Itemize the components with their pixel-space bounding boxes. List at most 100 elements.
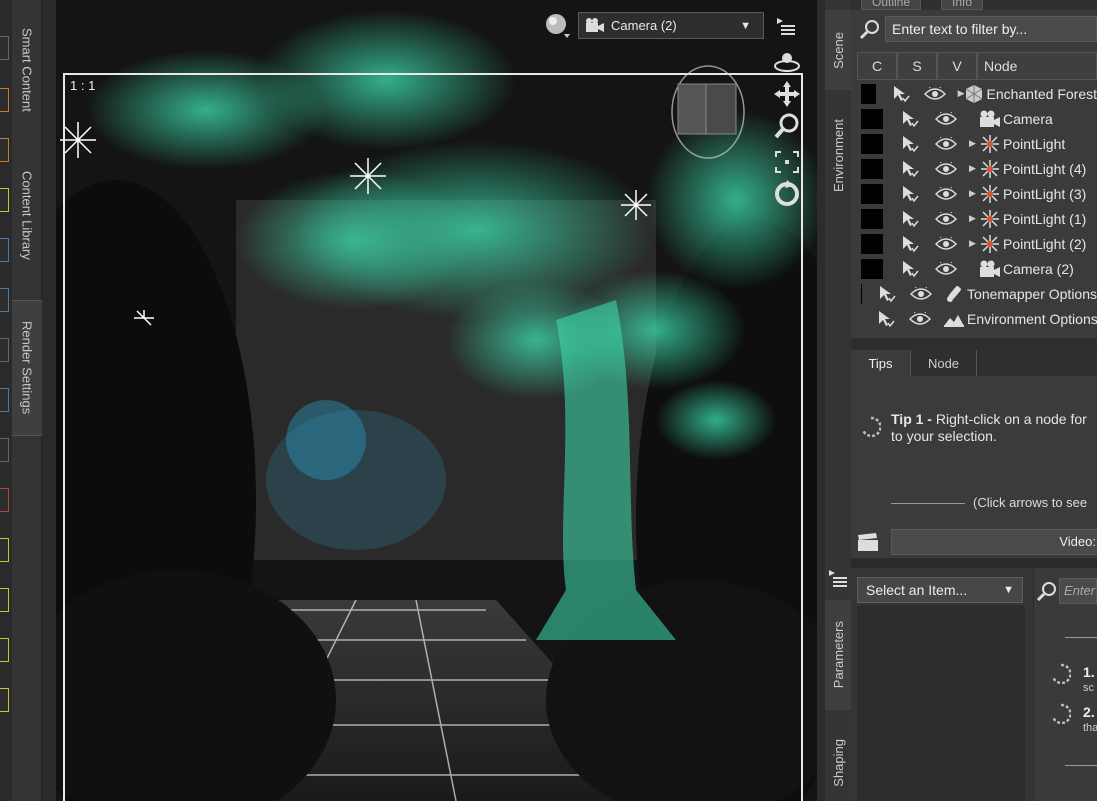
tab-tips[interactable]: Tips <box>851 350 911 376</box>
node-row[interactable]: Camera <box>857 106 1097 131</box>
zoom-icon[interactable] <box>772 112 802 140</box>
camera-select[interactable]: Camera (2) ▼ <box>578 12 764 39</box>
left-splitter[interactable] <box>42 0 56 801</box>
expand-arrow-icon[interactable]: ▶ <box>969 163 979 174</box>
node-color-swatch[interactable] <box>861 83 876 104</box>
draw-style-icon[interactable] <box>544 12 570 38</box>
expand-arrow-icon[interactable]: ▶ <box>969 138 979 149</box>
tab-shaping-label: Shaping <box>830 739 846 787</box>
select-cursor-icon[interactable] <box>899 160 921 178</box>
node-row[interactable]: Camera (2) <box>857 256 1097 281</box>
tab-scene[interactable]: Scene <box>825 10 851 90</box>
frame-icon[interactable] <box>772 148 802 176</box>
node-row[interactable]: ▶ Enchanted Forest <box>857 81 1097 106</box>
eye-icon[interactable] <box>935 186 957 201</box>
select-cursor-icon[interactable] <box>899 185 921 203</box>
left-strip-button[interactable] <box>0 188 9 212</box>
right-splitter[interactable] <box>817 0 825 801</box>
expand-arrow-icon[interactable]: ▶ <box>969 238 979 249</box>
node-color-swatch[interactable] <box>861 133 883 154</box>
eye-icon[interactable] <box>935 261 957 276</box>
select-cursor-icon[interactable] <box>899 135 921 153</box>
node-row[interactable]: ▶ PointLight (2) <box>857 231 1097 256</box>
left-strip-button[interactable] <box>0 338 9 362</box>
left-strip-button[interactable] <box>0 388 9 412</box>
left-strip-button[interactable] <box>0 538 9 562</box>
expand-arrow-icon[interactable]: ▶ <box>969 213 979 224</box>
node-row[interactable]: ▶ PointLight (3) <box>857 181 1097 206</box>
eye-icon[interactable] <box>935 161 957 176</box>
expand-arrow-icon[interactable]: ▶ <box>969 188 979 199</box>
video-button[interactable]: Video: <box>891 529 1097 555</box>
left-strip-button[interactable] <box>0 138 9 162</box>
tab-outline[interactable]: Outline <box>861 0 922 10</box>
search-icon[interactable] <box>855 14 885 44</box>
node-color-swatch[interactable] <box>861 258 883 279</box>
expand-arrow-icon[interactable]: ▶ <box>958 88 965 99</box>
node-row[interactable]: Environment Options <box>857 306 1097 331</box>
view-cube-icon[interactable] <box>668 62 748 162</box>
viewport[interactable]: 1 : 1 Camera (2) ▼ <box>56 0 817 801</box>
tab-shaping[interactable]: Shaping <box>825 725 851 801</box>
viewport-menu-icon[interactable] <box>775 16 797 38</box>
column-c[interactable]: C <box>857 52 897 80</box>
select-cursor-icon[interactable] <box>899 210 921 228</box>
select-item-dropdown[interactable]: Select an Item... ▼ <box>857 577 1023 603</box>
left-strip-button[interactable] <box>0 488 9 512</box>
column-node[interactable]: Node <box>977 52 1097 80</box>
eye-icon[interactable] <box>923 86 946 101</box>
eye-icon[interactable] <box>909 311 931 326</box>
column-s[interactable]: S <box>897 52 937 80</box>
pan-icon[interactable] <box>772 80 802 108</box>
eye-icon[interactable] <box>910 286 933 301</box>
node-row[interactable]: ▶ PointLight <box>857 131 1097 156</box>
left-strip-button[interactable] <box>0 638 9 662</box>
node-row[interactable]: ▶ PointLight (4) <box>857 156 1097 181</box>
step-text: sc <box>1083 682 1094 694</box>
eye-icon[interactable] <box>935 236 957 251</box>
node-color-swatch[interactable] <box>861 183 883 204</box>
tab-parameters[interactable]: Parameters <box>825 600 851 710</box>
tab-render-settings-label: Render Settings <box>19 321 35 415</box>
tab-content-library[interactable]: Content Library <box>12 150 42 280</box>
node-color-swatch[interactable] <box>861 108 883 129</box>
tab-node[interactable]: Node <box>911 350 977 376</box>
panel-menu-icon[interactable] <box>827 568 849 590</box>
node-row[interactable]: ▶ PointLight (1) <box>857 206 1097 231</box>
panel-splitter[interactable] <box>851 558 1097 568</box>
left-strip-button[interactable] <box>0 88 9 112</box>
search-icon[interactable] <box>1035 580 1059 602</box>
eye-icon[interactable] <box>935 211 957 226</box>
parameter-search-input[interactable]: Enter <box>1059 578 1097 604</box>
node-color-swatch[interactable] <box>861 233 883 254</box>
select-cursor-icon[interactable] <box>899 110 921 128</box>
eye-icon[interactable] <box>935 136 957 151</box>
select-cursor-icon[interactable] <box>899 235 921 253</box>
select-cursor-icon[interactable] <box>877 310 895 328</box>
left-strip-button[interactable] <box>0 688 9 712</box>
filter-input[interactable]: Enter text to filter by... <box>885 16 1097 42</box>
select-cursor-icon[interactable] <box>892 85 910 103</box>
node-color-swatch[interactable] <box>861 283 863 304</box>
node-color-swatch[interactable] <box>861 158 883 179</box>
eye-icon[interactable] <box>935 111 957 126</box>
reset-view-icon[interactable] <box>772 180 802 208</box>
property-group-list[interactable] <box>857 605 1025 801</box>
node-color-swatch[interactable] <box>861 208 883 229</box>
tab-render-settings[interactable]: Render Settings <box>12 300 42 436</box>
left-strip-button[interactable] <box>0 288 9 312</box>
left-strip-button[interactable] <box>0 588 9 612</box>
select-cursor-icon[interactable] <box>899 260 921 278</box>
left-strip-button[interactable] <box>0 438 9 462</box>
node-row[interactable]: Tonemapper Options <box>857 281 1097 306</box>
tab-smart-content[interactable]: Smart Content <box>12 10 42 130</box>
panel-splitter[interactable] <box>851 338 1097 350</box>
column-v[interactable]: V <box>937 52 977 80</box>
orbit-icon[interactable] <box>772 48 802 76</box>
tab-environment[interactable]: Environment <box>825 100 851 210</box>
tab-content-library-label: Content Library <box>19 170 35 260</box>
left-strip-button[interactable] <box>0 238 9 262</box>
select-cursor-icon[interactable] <box>878 285 896 303</box>
tab-info[interactable]: Info <box>941 0 984 10</box>
left-strip-button[interactable] <box>0 36 9 60</box>
